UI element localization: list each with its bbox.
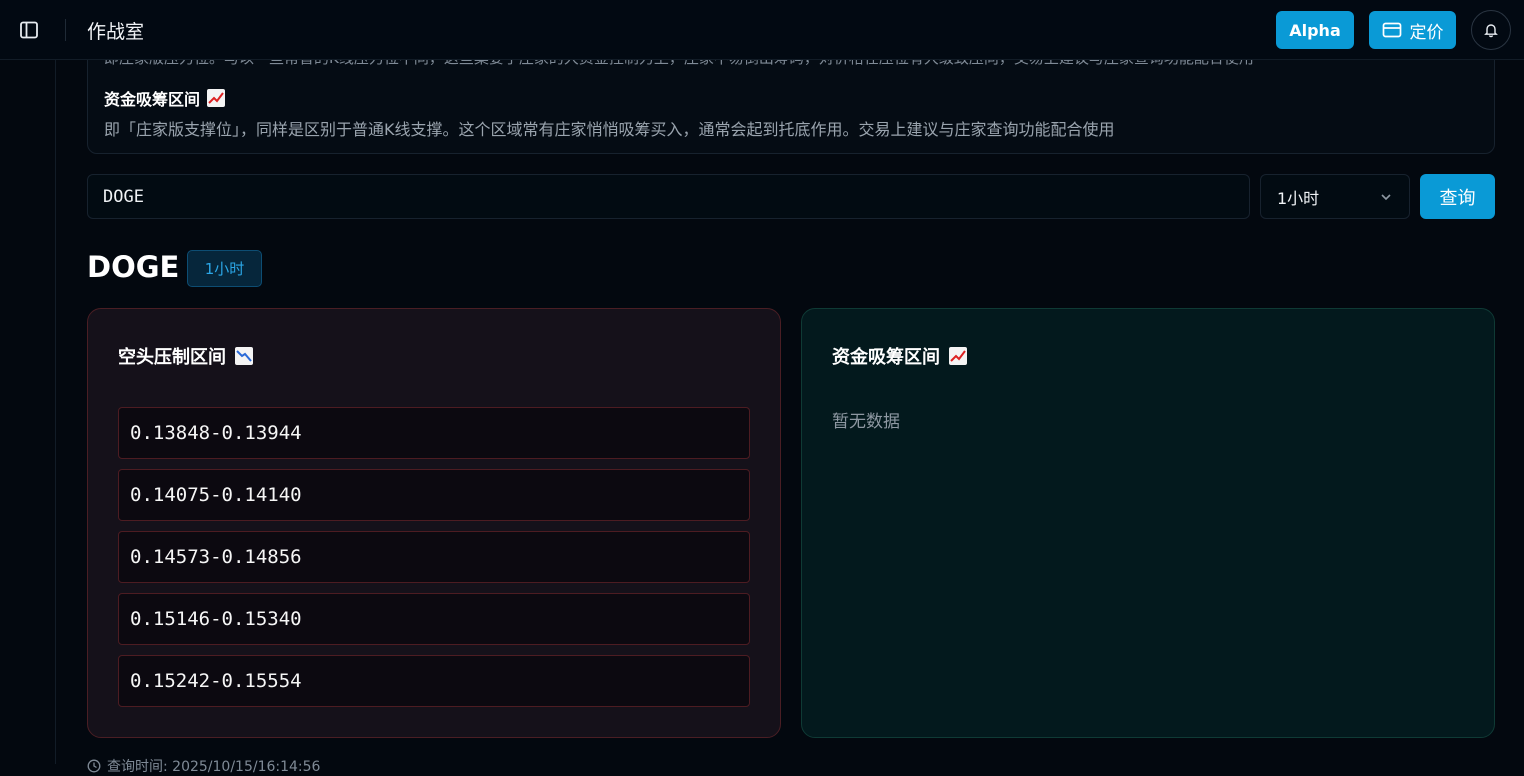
notifications-button[interactable] [1471, 10, 1511, 50]
bull-empty-state: 暂无数据 [832, 412, 900, 432]
top-bar: 作战室 Alpha 定价 [0, 0, 1524, 60]
bear-panel-title-label: 空头压制区间 [118, 347, 226, 368]
bull-panel-title-label: 资金吸筹区间 [832, 347, 940, 368]
bear-range-item: 0.15146-0.15340 [118, 593, 750, 645]
bell-icon [1484, 24, 1498, 38]
bear-range-item: 0.15242-0.15554 [118, 655, 750, 707]
interval-badge: 1小时 [187, 250, 262, 287]
info-heading-label: 资金吸筹区间 [104, 90, 201, 109]
interval-select-value: 1小时 [1277, 188, 1320, 208]
bear-panel-title: 空头压制区间 [118, 343, 254, 369]
query-button[interactable]: 查询 [1420, 174, 1495, 219]
chevron-down-icon [1381, 193, 1391, 200]
sidebar-toggle-icon [20, 21, 38, 39]
side-rail [0, 60, 56, 764]
bear-pressure-panel: 空头压制区间 0.13848-0.13944 0.14075-0.14140 0… [87, 308, 781, 738]
query-time-note: 查询时间: 2025/10/15/16:14:56 [87, 756, 320, 776]
bull-panel-title: 资金吸筹区间 [832, 343, 968, 369]
page-title: 作战室 [87, 21, 145, 43]
result-symbol: DOGE [87, 250, 180, 284]
info-description: 即「庄家版支撑位」，同样是区别于普通K线支撑。这个区域常有庄家悄悄吸筹买入，通常… [104, 120, 1115, 139]
bull-accumulation-panel: 资金吸筹区间 暂无数据 [801, 308, 1495, 738]
bear-range-item: 0.14573-0.14856 [118, 531, 750, 583]
sidebar-toggle-button[interactable] [12, 14, 46, 46]
credit-card-icon [1382, 22, 1401, 38]
clock-icon [87, 759, 101, 773]
pricing-button[interactable]: 定价 [1369, 11, 1456, 49]
bear-range-item: 0.14075-0.14140 [118, 469, 750, 521]
chart-increasing-icon [949, 347, 967, 365]
chart-decreasing-icon [235, 347, 253, 365]
query-time-label: 查询时间: 2025/10/15/16:14:56 [107, 759, 321, 775]
chart-increasing-icon [207, 89, 226, 107]
alpha-button[interactable]: Alpha [1276, 11, 1354, 49]
bear-range-item: 0.13848-0.13944 [118, 407, 750, 459]
pricing-label: 定价 [1409, 22, 1444, 43]
header-divider [65, 19, 66, 41]
bear-range-list: 0.13848-0.13944 0.14075-0.14140 0.14573-… [118, 407, 750, 717]
symbol-search-input[interactable] [87, 174, 1250, 219]
interval-select[interactable]: 1小时 [1260, 174, 1410, 219]
info-heading: 资金吸筹区间 [104, 86, 226, 110]
